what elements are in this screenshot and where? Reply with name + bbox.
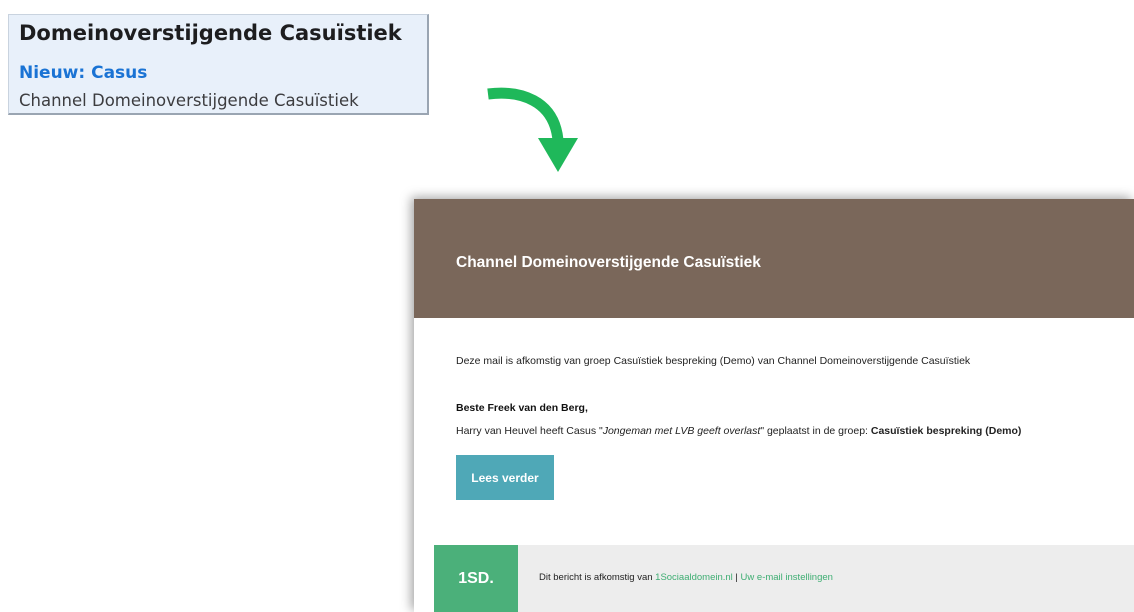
- notification-card[interactable]: Domeinoverstijgende Casuïstiek Nieuw: Ca…: [8, 14, 429, 115]
- footer-text: Dit bericht is afkomstig van 1Sociaaldom…: [539, 572, 833, 583]
- email-greeting: Beste Freek van den Berg,: [456, 402, 588, 414]
- curved-arrow-icon: [487, 87, 578, 172]
- notification-title: Domeinoverstijgende Casuïstiek: [19, 21, 402, 45]
- footer-separator: |: [732, 572, 741, 583]
- site-link[interactable]: 1Sociaaldomein.nl: [655, 572, 733, 583]
- group-name: Casuïstiek bespreking (Demo): [870, 425, 1022, 437]
- email-body-text: Harry van Heuvel heeft Casus "Jongeman m…: [456, 425, 1021, 437]
- email-preview: Channel Domeinoverstijgende Casuïstiek D…: [414, 199, 1134, 612]
- email-footer: 1SD. Dit bericht is afkomstig van 1Socia…: [434, 545, 1134, 612]
- footer-prefix: Dit bericht is afkomstig van: [539, 572, 656, 583]
- email-header: Channel Domeinoverstijgende Casuïstiek: [414, 199, 1134, 318]
- body-prefix: Harry van Heuvel heeft Casus ": [456, 425, 603, 437]
- email-header-title: Channel Domeinoverstijgende Casuïstiek: [456, 254, 761, 271]
- email-settings-link[interactable]: Uw e-mail instellingen: [741, 572, 833, 583]
- notification-source: Channel Domeinoverstijgende Casuïstiek: [19, 91, 359, 110]
- body-middle: " geplaatst in de groep:: [760, 425, 871, 437]
- case-title: Jongeman met LVB geeft overlast: [602, 425, 761, 437]
- read-more-button[interactable]: Lees verder: [456, 455, 554, 500]
- email-intro-text: Deze mail is afkomstig van groep Casuïst…: [456, 355, 971, 367]
- footer-logo: 1SD.: [434, 545, 518, 612]
- notification-subtitle: Nieuw: Casus: [19, 63, 148, 83]
